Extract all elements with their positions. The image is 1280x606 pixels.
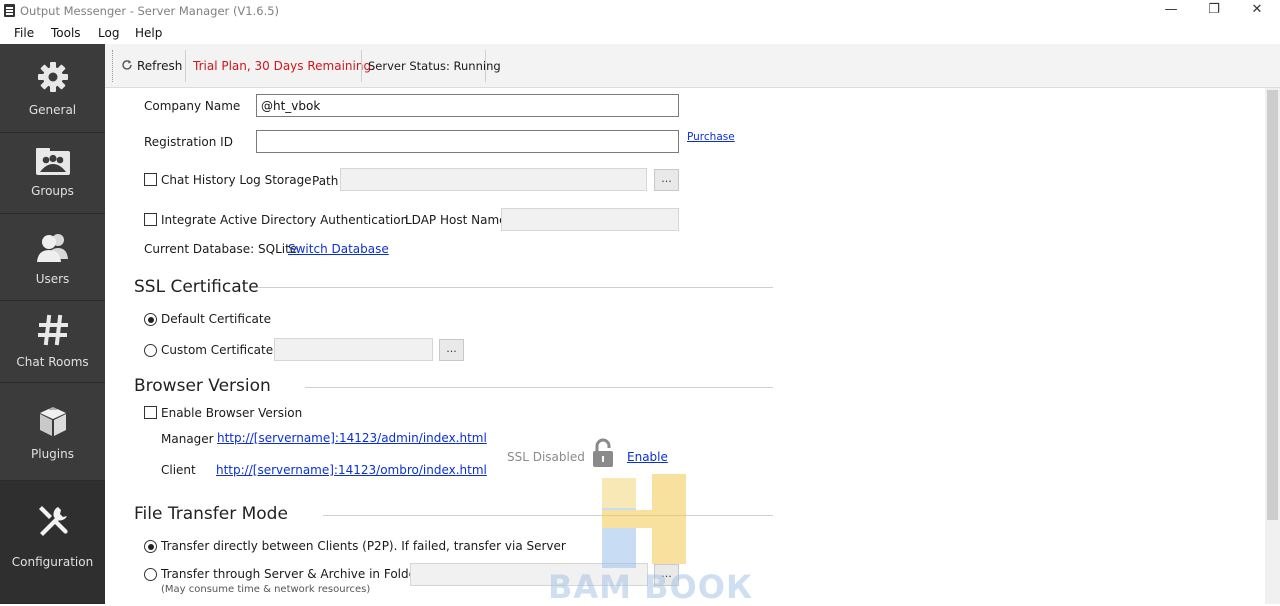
menu-log[interactable]: Log [98,26,119,40]
sidebar-item-label: Plugins [31,447,74,461]
active-directory-checkbox[interactable] [144,213,157,226]
ldap-host-input[interactable] [501,208,679,231]
sidebar-item-label: Users [35,272,70,286]
active-directory-label: Integrate Active Directory Authenticatio… [161,213,409,227]
enable-ssl-link[interactable]: Enable [627,450,668,464]
server-transfer-radio[interactable] [144,568,157,581]
custom-certificate-input[interactable] [274,338,433,361]
section-divider [257,287,773,288]
registration-id-input[interactable] [256,130,679,153]
users-icon [36,234,68,262]
enable-browser-checkbox[interactable] [144,406,157,419]
archive-browse-button[interactable]: ... [654,564,679,586]
sidebar-item-groups[interactable]: Groups [0,133,105,214]
manager-url-link[interactable]: http://[servername]:14123/admin/index.ht… [217,431,487,445]
sidebar-item-label: Configuration [11,555,94,569]
toolbar-separator [185,50,186,82]
app-icon [4,4,15,17]
toolbar-grip [112,50,114,82]
close-button[interactable]: ✕ [1234,0,1280,22]
toolbar: Refresh Trial Plan, 30 Days Remaining. S… [105,44,1280,88]
sidebar-item-users[interactable]: Users [0,214,105,301]
toolbar-separator [485,50,486,82]
sidebar-item-configuration[interactable]: Configuration [0,481,105,604]
refresh-button[interactable]: Refresh [137,59,182,73]
menu-tools[interactable]: Tools [51,26,81,40]
current-database-label: Current Database: SQLite [144,242,298,256]
company-name-label: Company Name [144,99,241,113]
p2p-transfer-label: Transfer directly between Clients (P2P).… [161,539,566,553]
purchase-link[interactable]: Purchase [687,131,735,143]
browser-section-title: Browser Version [134,376,271,396]
path-input[interactable] [340,168,647,191]
registration-id-label: Registration ID [144,135,233,149]
refresh-icon[interactable] [121,59,133,71]
sidebar-item-label: General [28,103,77,117]
manager-label: Manager [161,432,214,446]
restore-button[interactable]: ❐ [1191,0,1237,22]
company-name-input[interactable] [256,94,679,117]
window-title: Output Messenger - Server Manager (V1.6.… [20,4,280,18]
ssl-disabled-label: SSL Disabled [507,450,585,464]
file-transfer-section-title: File Transfer Mode [134,504,288,524]
chat-history-checkbox[interactable] [144,173,157,186]
trial-status-text: Trial Plan, 30 Days Remaining. [193,59,375,73]
minimize-button[interactable]: — [1148,0,1194,22]
default-certificate-radio[interactable] [144,313,157,326]
chat-history-label: Chat History Log Storage [161,173,312,187]
ldap-host-label: LDAP Host Name [405,213,507,227]
switch-database-link[interactable]: Switch Database [288,242,389,256]
plugins-icon [39,406,66,436]
menu-file[interactable]: File [14,26,34,40]
sidebar-item-label: Groups [31,184,74,198]
title-bar: Output Messenger - Server Manager (V1.6.… [0,0,1280,22]
server-status-text: Server Status: Running [368,59,501,73]
custom-certificate-radio[interactable] [144,344,157,357]
tools-icon [38,506,68,536]
default-certificate-label: Default Certificate [161,312,271,326]
sidebar-item-label: Chat Rooms [16,355,89,369]
configuration-panel: Company Name Registration ID Purchase Ch… [105,88,1265,604]
p2p-transfer-radio[interactable] [144,540,157,553]
archive-folder-input[interactable] [410,563,648,586]
groups-icon [35,148,70,175]
server-transfer-label: Transfer through Server & Archive in Fol… [161,567,421,581]
enable-browser-label: Enable Browser Version [161,406,303,420]
path-browse-button[interactable]: ... [654,169,679,191]
vertical-scrollbar[interactable] [1265,88,1280,604]
menu-help[interactable]: Help [135,26,162,40]
scrollbar-thumb[interactable] [1267,90,1278,520]
toolbar-separator [361,50,362,82]
hash-icon [37,314,68,346]
sidebar-item-plugins[interactable]: Plugins [0,383,105,481]
menu-bar: File Tools Log Help [0,22,1280,44]
path-label: Path [312,174,339,188]
lock-icon [593,438,613,467]
custom-certificate-label: Custom Certificate [161,343,274,357]
server-transfer-note: (May consume time & network resources) [161,584,371,595]
gear-icon [37,62,68,92]
section-divider [305,387,773,388]
client-label: Client [161,463,196,477]
section-divider [323,515,773,516]
sidebar: General Groups Users Chat Rooms Plugins … [0,44,105,604]
ssl-section-title: SSL Certificate [134,277,259,297]
sidebar-item-chat-rooms[interactable]: Chat Rooms [0,301,105,383]
sidebar-item-general[interactable]: General [0,44,105,133]
certificate-browse-button[interactable]: ... [439,339,464,361]
client-url-link[interactable]: http://[servername]:14123/ombro/index.ht… [216,463,487,477]
